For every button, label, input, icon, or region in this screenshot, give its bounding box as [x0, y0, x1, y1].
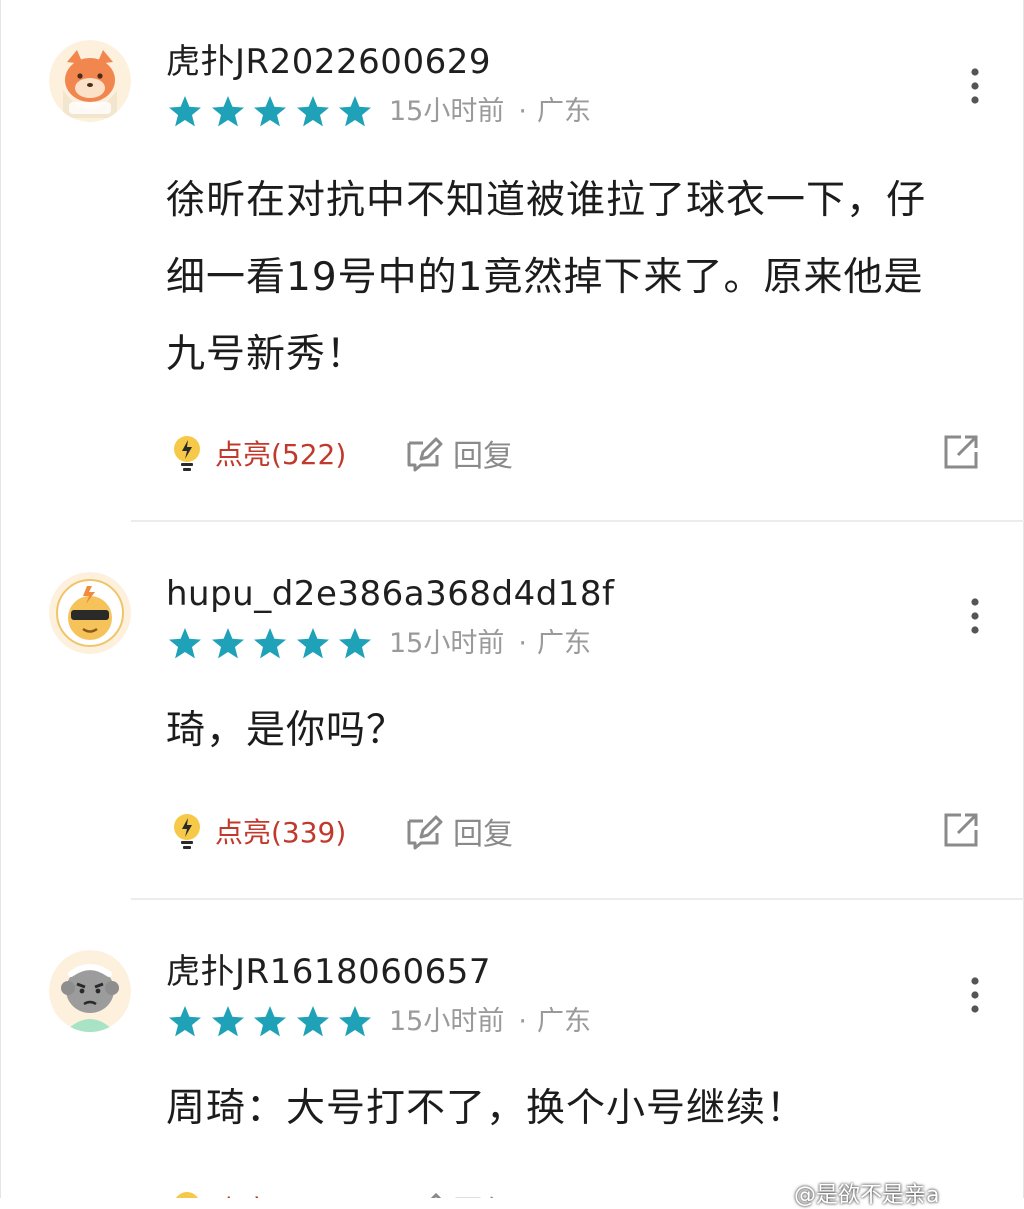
more-options-icon[interactable]: [961, 66, 989, 106]
star-icon: [252, 94, 288, 130]
star-icon: [337, 94, 373, 130]
reply-button[interactable]: 回复: [403, 1186, 513, 1198]
comment-text-line: 九号新秀！: [166, 332, 367, 377]
reply-button[interactable]: 回复: [403, 808, 513, 854]
star-icon: [210, 94, 246, 130]
light-up-label: 点亮(339): [215, 816, 347, 849]
reply-label: 回复: [453, 1187, 513, 1198]
light-up-button[interactable]: 点亮(339): [169, 808, 346, 854]
comment-meta: 15小时前 · 广东: [389, 1002, 591, 1042]
comment-divider: [131, 520, 1024, 522]
more-options-icon[interactable]: [961, 975, 989, 1015]
separator-dot: ·: [518, 1006, 527, 1037]
timestamp: 15小时前: [389, 1006, 505, 1037]
star-icon: [295, 1004, 331, 1040]
comment-text: 周琦：大号打不了，换个小号继续！: [166, 1070, 986, 1147]
separator-dot: ·: [518, 96, 527, 127]
star-icon: [295, 94, 331, 130]
location: 广东: [536, 628, 591, 659]
light-up-button[interactable]: 点亮: [169, 1186, 271, 1198]
star-icon: [167, 626, 203, 662]
reply-label: 回复: [453, 817, 513, 852]
comment-text-line: 琦，是你吗？: [166, 708, 407, 753]
star-icon: [295, 626, 331, 662]
star-icon: [252, 1004, 288, 1040]
grumpy-avatar-icon: [49, 950, 131, 1032]
reply-button[interactable]: 回复: [403, 430, 513, 476]
location: 广东: [536, 1006, 591, 1037]
user-avatar[interactable]: [49, 40, 131, 122]
edit-reply-icon: [403, 811, 443, 851]
edit-reply-icon: [403, 433, 443, 473]
username[interactable]: 虎扑JR2022600629: [166, 42, 491, 82]
share-icon[interactable]: [941, 810, 981, 850]
lightbulb-icon: [169, 811, 205, 851]
comment-text-line: 周琦：大号打不了，换个小号继续！: [166, 1086, 807, 1131]
comment-text-line: 徐昕在对抗中不知道被谁拉了球衣一下，仔: [166, 178, 927, 223]
lightbulb-icon: [169, 433, 205, 473]
share-icon[interactable]: [941, 432, 981, 472]
comment-text-line: 细一看19号中的1竟然掉下来了。原来他是: [166, 255, 924, 300]
username[interactable]: hupu_d2e386a368d4d18f: [166, 574, 615, 614]
comment-text: 琦，是你吗？: [166, 692, 986, 769]
location: 广东: [536, 96, 591, 127]
star-icon: [252, 626, 288, 662]
more-options-icon[interactable]: [961, 596, 989, 636]
rating-stars: [167, 624, 380, 664]
reply-label: 回复: [453, 439, 513, 474]
edit-reply-icon: [403, 1189, 443, 1198]
light-up-label: 点亮(522): [215, 438, 347, 471]
fox-avatar-icon: [49, 40, 131, 122]
star-icon: [337, 626, 373, 662]
username[interactable]: 虎扑JR1618060657: [166, 952, 491, 992]
lightbulb-icon: [169, 1189, 205, 1198]
star-icon: [210, 626, 246, 662]
comment-feed: 虎扑JR2022600629 15小时前 · 广东 徐昕在对抗中不知道被谁拉了球衣一…: [0, 0, 1024, 1208]
rating-stars: [167, 1002, 380, 1042]
star-icon: [210, 1004, 246, 1040]
sunglasses-avatar-icon: [49, 572, 131, 654]
timestamp: 15小时前: [389, 628, 505, 659]
star-icon: [167, 94, 203, 130]
user-avatar[interactable]: [49, 572, 131, 654]
comment-meta: 15小时前 · 广东: [389, 92, 591, 132]
light-up-label: 点亮: [215, 1189, 271, 1198]
weibo-watermark: @是欲不是亲a: [794, 1183, 940, 1208]
rating-stars: [167, 92, 380, 132]
comment-text: 徐昕在对抗中不知道被谁拉了球衣一下，仔 细一看19号中的1竟然掉下来了。原来他是…: [166, 162, 986, 393]
timestamp: 15小时前: [389, 96, 505, 127]
comment-divider: [131, 898, 1024, 900]
comment-actions: 点亮(522) 回复: [1, 430, 1024, 476]
comment-meta: 15小时前 · 广东: [389, 624, 591, 664]
comment-actions: 点亮(339) 回复: [1, 808, 1024, 854]
user-avatar[interactable]: [49, 950, 131, 1032]
star-icon: [167, 1004, 203, 1040]
separator-dot: ·: [518, 628, 527, 659]
light-up-button[interactable]: 点亮(522): [169, 430, 346, 476]
star-icon: [337, 1004, 373, 1040]
